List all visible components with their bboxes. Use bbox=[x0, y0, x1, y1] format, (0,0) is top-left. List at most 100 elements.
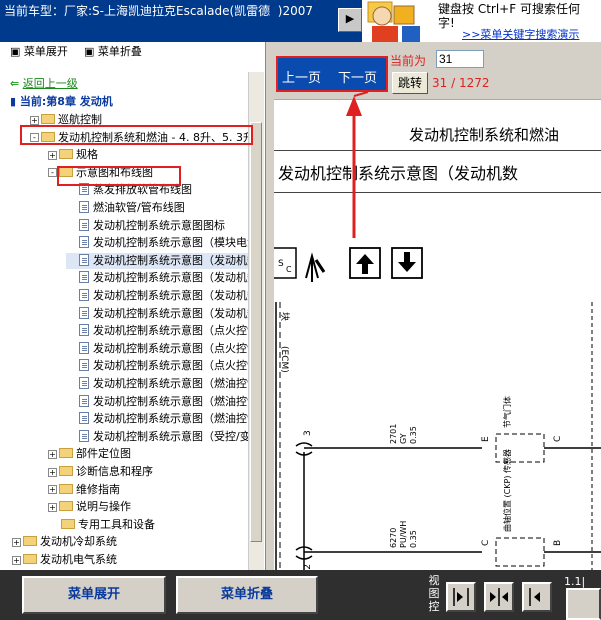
wire-6270: C2 6270 PU/WH 0.35 C B 曲轴位置 (CKP) 传感器 bbox=[295, 449, 601, 570]
tree-folder[interactable]: + 诊断信息和程序 bbox=[48, 464, 153, 480]
page-count: 31 / 1272 bbox=[432, 76, 490, 90]
ckp-sensor-label: 曲轴位置 (CKP) 传感器 bbox=[502, 449, 512, 532]
tree-item-label: 诊断信息和程序 bbox=[76, 465, 153, 478]
tree-folder[interactable]: + 发动机冷却系统 bbox=[12, 534, 117, 550]
view-split-button[interactable] bbox=[484, 582, 514, 612]
wire-1-connector: E bbox=[481, 436, 491, 442]
panel-splitter[interactable] bbox=[266, 42, 274, 570]
tree-item-label: 发动机控制系统示意图（燃油控制 bbox=[93, 377, 258, 390]
tree-item-label: 发动机控制系统示意图（燃油控制 bbox=[93, 412, 258, 426]
expand-icon: ▣ bbox=[10, 45, 21, 58]
header-toggle-button[interactable]: ▶ bbox=[338, 8, 362, 32]
tree-folder[interactable]: + 维修指南 bbox=[48, 482, 120, 498]
navigation-tree-panel: ▣ 菜单展开 ▣ 菜单折叠 ⇐ 返回上一级 ▮ 当前:第8章 发动机 + 巡航控制… bbox=[0, 42, 266, 570]
wire-1-connector-2: C bbox=[553, 436, 563, 442]
tree-item-label: 说明与操作 bbox=[76, 500, 131, 514]
tree-document[interactable]: 发动机控制系统示意图（燃油控制 bbox=[66, 376, 258, 392]
folder-icon bbox=[23, 554, 37, 564]
tree-item-label: 规格 bbox=[76, 148, 98, 162]
wire-2-connector: C bbox=[481, 540, 491, 546]
wire-2-size: 0.35 bbox=[409, 530, 418, 548]
tree-document[interactable]: 发动机控制系统示意图（燃油控制 bbox=[66, 411, 258, 427]
jump-button[interactable]: 跳转 bbox=[392, 72, 428, 94]
collapse-node-icon[interactable]: - bbox=[48, 168, 57, 178]
ad-text-2: 字! bbox=[438, 16, 455, 30]
prev-page-button[interactable]: 上一页 bbox=[282, 67, 321, 86]
document-icon bbox=[79, 394, 89, 407]
expand-node-icon[interactable]: + bbox=[12, 555, 21, 565]
mascot-icon bbox=[367, 1, 420, 42]
tree-item-label: 发动机冷却系统 bbox=[40, 535, 117, 549]
expand-node-icon[interactable]: + bbox=[12, 537, 21, 547]
pager-nav-box: 上一页 下一页 bbox=[276, 56, 388, 92]
expand-node-icon[interactable]: + bbox=[48, 502, 57, 512]
tree-document[interactable]: 燃油软管/管布线图 bbox=[66, 200, 185, 216]
tree-expand-link[interactable]: ▣ 菜单展开 bbox=[10, 43, 68, 59]
folder-icon bbox=[59, 501, 73, 512]
highlight-box-engine-system bbox=[20, 125, 253, 145]
tree-item-label: 发动机控制系统示意图（点火控制 bbox=[93, 324, 258, 338]
bottom-right-button[interactable] bbox=[566, 588, 601, 620]
tree-document[interactable]: 发动机控制系统示意图（发动机数 bbox=[66, 288, 258, 304]
schematic-legend: S C bbox=[274, 247, 423, 282]
folder-icon bbox=[59, 466, 73, 476]
document-icon bbox=[79, 359, 89, 372]
module-label: 块 bbox=[279, 312, 291, 321]
bottom-collapse-button[interactable]: 菜单折叠 bbox=[176, 576, 318, 614]
tree-document[interactable]: 发动机控制系统示意图（点火控制 bbox=[66, 341, 258, 357]
expand-node-icon[interactable]: + bbox=[48, 150, 57, 160]
view-right-button[interactable] bbox=[446, 582, 476, 612]
view-left-button[interactable] bbox=[522, 582, 552, 612]
document-icon bbox=[79, 289, 89, 301]
ecm-label: (ECM) bbox=[279, 346, 289, 373]
wiring-schematic: S C (ECM) 块 3 2701 GY 0.35 E C 节气门体 C2 6… bbox=[274, 247, 601, 570]
document-icon bbox=[79, 218, 89, 231]
tree-folder[interactable]: + 部件定位图 bbox=[48, 446, 131, 462]
tree-document[interactable]: 发动机控制系统示意图（发动机数 bbox=[66, 252, 258, 269]
document-icon bbox=[79, 306, 89, 319]
tree-folder[interactable]: + 规格 bbox=[48, 147, 98, 163]
bottom-expand-button[interactable]: 菜单展开 bbox=[22, 576, 166, 614]
search-demo-link[interactable]: >>菜单关键字搜索演示 bbox=[462, 26, 579, 42]
document-icon bbox=[79, 324, 89, 337]
tree-document[interactable]: 发动机控制系统示意图图标 bbox=[66, 218, 225, 234]
tree-item-label: 发动机控制系统示意图（点火控制 bbox=[93, 359, 258, 373]
book-icon: ▮ bbox=[10, 95, 17, 108]
expand-node-icon[interactable]: + bbox=[48, 449, 57, 459]
tree-document[interactable]: 发动机控制系统示意图（发动机数 bbox=[66, 270, 258, 286]
expand-node-icon[interactable]: + bbox=[30, 115, 39, 125]
tree-document[interactable]: 发动机控制系统示意图（燃油控制 bbox=[66, 394, 258, 410]
wire-2-number: 6270 bbox=[389, 528, 398, 548]
document-subtitle: 发动机控制系统示意图（发动机数 bbox=[278, 164, 519, 183]
tree-folder[interactable]: + 发动机电气系统 bbox=[12, 552, 117, 568]
document-icon bbox=[79, 253, 89, 266]
page-number-input[interactable] bbox=[436, 50, 484, 68]
tree-document[interactable]: 发动机控制系统示意图（点火控制 bbox=[66, 358, 258, 374]
tree-item-label: 发动机电气系统 bbox=[40, 553, 117, 566]
tree-item-label: 发动机控制系统示意图（发动机数 bbox=[93, 271, 258, 285]
tree-document[interactable]: 发动机控制系统示意图（模块电源 bbox=[66, 235, 258, 251]
tree-document[interactable]: 发动机控制系统示意图（点火控制 bbox=[66, 323, 258, 339]
document-icon bbox=[79, 341, 89, 354]
document-icon bbox=[79, 429, 89, 442]
wire-1-color: GY bbox=[399, 433, 408, 444]
tree-scrollbar-thumb[interactable] bbox=[250, 122, 262, 542]
tree-collapse-link[interactable]: ▣ 菜单折叠 bbox=[84, 43, 142, 59]
tree-document[interactable]: 发动机控制系统示意图（受控/变量 bbox=[66, 429, 262, 445]
svg-text:S: S bbox=[278, 259, 284, 269]
document-icon bbox=[79, 377, 89, 389]
tree-folder[interactable]: 专用工具和设备 bbox=[48, 517, 155, 533]
tree-document[interactable]: 发动机控制系统示意图（发动机数 bbox=[66, 306, 258, 322]
annotation-arrow bbox=[346, 91, 369, 238]
tree-item-label: 发动机控制系统示意图（点火控制 bbox=[93, 341, 258, 355]
tree-folder[interactable]: + 说明与操作 bbox=[48, 499, 131, 515]
next-page-button[interactable]: 下一页 bbox=[338, 67, 377, 86]
back-label: 返回上一级 bbox=[22, 77, 78, 90]
expand-node-icon[interactable]: + bbox=[48, 485, 57, 495]
wire-2-connector-2: B bbox=[553, 540, 563, 546]
zoom-indicator: 1.1| bbox=[564, 575, 586, 588]
back-link[interactable]: ⇐ 返回上一级 bbox=[10, 76, 78, 92]
collapse-icon: ▣ bbox=[84, 45, 95, 58]
expand-node-icon[interactable]: + bbox=[48, 467, 57, 477]
pane-right-icon bbox=[453, 588, 469, 606]
